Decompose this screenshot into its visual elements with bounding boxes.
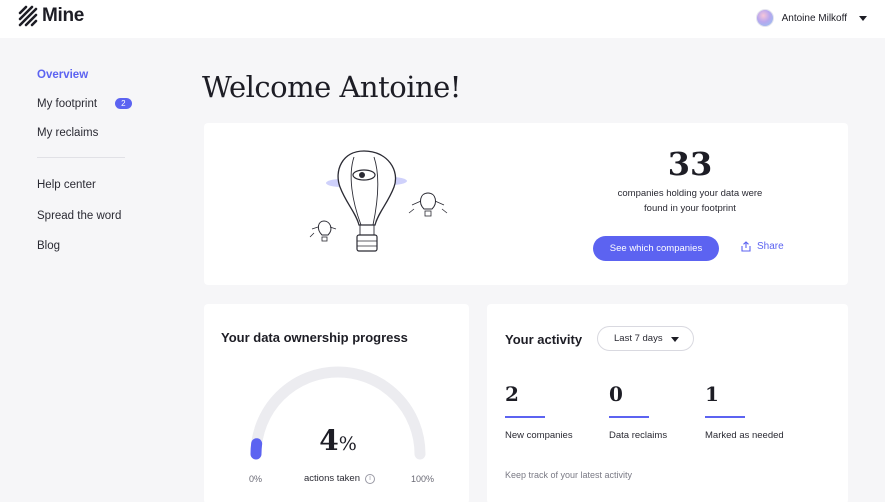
sidebar-item-spread-the-word[interactable]: Spread the word bbox=[37, 210, 121, 222]
share-icon bbox=[741, 241, 751, 252]
footprint-summary-card: 33 companies holding your data were foun… bbox=[204, 123, 848, 285]
logo-icon bbox=[18, 5, 38, 27]
footprint-count-badge: 2 bbox=[115, 98, 132, 109]
stat-new-companies: 2 New companies bbox=[505, 382, 573, 441]
sidebar-item-label: Help center bbox=[37, 179, 96, 191]
stat-underline bbox=[705, 416, 745, 418]
sidebar-item-label: My reclaims bbox=[37, 127, 99, 139]
progress-percent: 4% bbox=[308, 424, 368, 457]
stat-value: 2 bbox=[505, 382, 519, 406]
see-which-companies-button[interactable]: See which companies bbox=[593, 236, 719, 261]
hot-air-balloon-illustration bbox=[309, 150, 448, 252]
stat-label: Marked as needed bbox=[705, 430, 784, 441]
sidebar-item-label: Spread the word bbox=[37, 210, 122, 222]
share-label: Share bbox=[757, 241, 784, 252]
stat-data-reclaims: 0 Data reclaims bbox=[609, 382, 667, 441]
share-button[interactable]: Share bbox=[741, 241, 784, 252]
sidebar-divider bbox=[37, 157, 125, 158]
app-logo[interactable]: Mine bbox=[18, 5, 84, 27]
stat-value: 0 bbox=[609, 382, 623, 406]
app-name: Mine bbox=[42, 5, 85, 26]
sidebar-item-label: Overview bbox=[37, 69, 89, 81]
sidebar-item-blog[interactable]: Blog bbox=[37, 240, 60, 252]
info-icon[interactable]: i bbox=[364, 473, 375, 484]
activity-card: Your activity Last 7 days 2 New companie… bbox=[487, 304, 848, 502]
chevron-down-icon bbox=[859, 15, 867, 21]
avatar bbox=[755, 9, 774, 27]
gauge-min-label: 0% bbox=[249, 474, 263, 484]
user-name: Antoine Milkoff bbox=[781, 12, 847, 24]
gauge-fill bbox=[250, 438, 263, 460]
sidebar-item-help-center[interactable]: Help center bbox=[37, 179, 96, 191]
sidebar-item-my-footprint[interactable]: My footprint 2 bbox=[37, 98, 132, 110]
progress-percent-sign: % bbox=[338, 433, 357, 455]
user-menu[interactable]: Antoine Milkoff bbox=[755, 9, 867, 27]
actions-taken-label: actions taken bbox=[304, 473, 360, 484]
stat-marked-as-needed: 1 Marked as needed bbox=[705, 382, 784, 441]
progress-percent-value: 4 bbox=[319, 424, 339, 457]
sidebar-item-my-reclaims[interactable]: My reclaims bbox=[37, 127, 98, 139]
sidebar-item-overview[interactable]: Overview bbox=[37, 69, 88, 81]
period-select-value: Last 7 days bbox=[614, 333, 663, 344]
progress-title: Your data ownership progress bbox=[221, 330, 408, 345]
period-select[interactable]: Last 7 days bbox=[597, 326, 694, 351]
companies-count-description: companies holding your data were found i… bbox=[617, 188, 763, 214]
sidebar-item-label: Blog bbox=[37, 240, 61, 252]
stat-value: 1 bbox=[705, 382, 719, 406]
gauge-max-label: 100% bbox=[411, 474, 435, 484]
page-title: Welcome Antoine! bbox=[202, 70, 461, 104]
stat-underline bbox=[609, 416, 649, 418]
activity-note: Keep track of your latest activity bbox=[505, 470, 633, 480]
actions-taken: actions taken i bbox=[304, 473, 375, 484]
top-bar: Mine Antoine Milkoff bbox=[0, 0, 885, 38]
sidebar-item-label: My footprint bbox=[37, 98, 98, 110]
data-ownership-progress-card: Your data ownership progress 4% 0% actio… bbox=[204, 304, 469, 502]
activity-title: Your activity bbox=[505, 332, 583, 347]
companies-count: 33 bbox=[667, 145, 713, 183]
stat-label: New companies bbox=[505, 430, 573, 441]
stat-underline bbox=[505, 416, 545, 418]
stat-label: Data reclaims bbox=[609, 430, 668, 441]
chevron-down-icon bbox=[671, 337, 679, 342]
